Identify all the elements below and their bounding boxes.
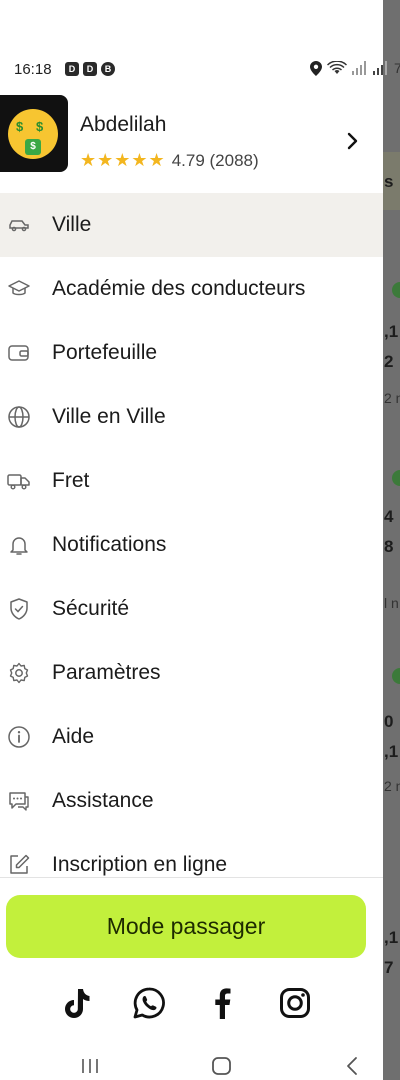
menu-item-parametres[interactable]: Paramètres <box>0 641 383 705</box>
menu-item-aide[interactable]: Aide <box>0 705 383 769</box>
instagram-icon[interactable] <box>277 985 313 1021</box>
background-status-dot <box>392 668 400 684</box>
menu-item-portefeuille[interactable]: Portefeuille <box>0 321 383 385</box>
background-text: 8 <box>384 537 394 556</box>
wallet-icon <box>8 345 29 361</box>
graduation-cap-icon <box>8 280 30 296</box>
menu-item-label: Paramètres <box>52 661 161 684</box>
social-links <box>0 985 383 1025</box>
menu-item-label: Fret <box>52 469 90 492</box>
chat-icon <box>9 792 29 811</box>
menu-item-label: Notifications <box>52 533 167 556</box>
menu-item-inscription[interactable]: Inscription en ligne <box>0 833 383 897</box>
background-status-dot <box>392 470 400 486</box>
menu-item-label: Sécurité <box>52 597 130 620</box>
avatar: $ $ $ <box>0 95 68 172</box>
recent-apps-icon[interactable] <box>80 1057 100 1075</box>
background-text: s <box>384 172 394 191</box>
notification-app-icon: D <box>65 62 79 76</box>
system-navigation-bar <box>0 1050 383 1080</box>
menu-item-notifications[interactable]: Notifications <box>0 513 383 577</box>
facebook-icon[interactable] <box>204 985 240 1021</box>
menu-item-assistance[interactable]: Assistance <box>0 769 383 833</box>
menu-item-label: Portefeuille <box>52 341 158 364</box>
background-text: 2 <box>384 352 394 371</box>
menu-item-ville[interactable]: Ville <box>0 193 383 257</box>
background-text: ,1 <box>384 742 399 761</box>
status-system-icons: 7 <box>310 60 400 76</box>
bell-icon <box>10 537 28 555</box>
background-text: l n <box>384 595 399 611</box>
menu-item-label: Académie des conducteurs <box>52 277 306 300</box>
star-icons: ★★★★★ <box>80 150 166 170</box>
chevron-right-icon <box>347 132 358 150</box>
rating-value: 4.79 (2088) <box>171 150 259 170</box>
menu-item-label: Ville <box>52 213 92 236</box>
wifi-icon <box>327 60 347 74</box>
money-mouth-face-icon: $ $ $ <box>8 108 58 159</box>
background-status-dot <box>392 282 400 298</box>
back-icon[interactable] <box>345 1056 359 1076</box>
background-text: 2 n <box>384 390 400 406</box>
menu-item-label: Inscription en ligne <box>52 853 228 876</box>
home-icon[interactable] <box>211 1056 233 1076</box>
background-text: 0 <box>384 712 394 731</box>
edit-icon <box>10 854 30 874</box>
menu-item-ville-en-ville[interactable]: Ville en Ville <box>0 385 383 449</box>
divider <box>0 877 383 878</box>
menu-item-label: Ville en Ville <box>52 405 166 428</box>
truck-icon <box>7 474 30 490</box>
passenger-mode-button[interactable]: Mode passager <box>6 895 366 958</box>
background-text: 2 n <box>384 778 400 794</box>
signal-icon <box>373 61 387 75</box>
menu-item-academie[interactable]: Académie des conducteurs <box>0 257 383 321</box>
background-app: s ,1 2 2 n 4 8 l n 0 ,1 2 n ,1 7 <box>383 0 400 1080</box>
status-time: 16:18 <box>14 61 52 78</box>
tiktok-icon[interactable] <box>58 985 94 1021</box>
background-text: 4 <box>384 507 394 526</box>
whatsapp-icon[interactable] <box>131 985 167 1021</box>
signal-icon <box>352 61 366 75</box>
car-icon <box>9 220 29 232</box>
globe-icon <box>8 406 30 428</box>
profile-header[interactable]: $ $ $ Abdelilah ★★★★★ 4.79 (2088) <box>0 95 383 190</box>
background-text: ,1 <box>384 322 399 341</box>
menu-item-fret[interactable]: Fret <box>0 449 383 513</box>
status-bar: 16:18 D D B 7 <box>0 0 400 80</box>
info-icon <box>8 726 30 748</box>
background-text: 7 <box>384 958 394 977</box>
profile-name: Abdelilah <box>80 113 167 136</box>
status-notification-icons: D D B <box>65 62 115 76</box>
gear-icon <box>9 662 29 684</box>
menu-item-label: Assistance <box>52 789 154 812</box>
notification-app-icon: D <box>83 62 97 76</box>
drawer-menu: Ville Académie des conducteurs Portefeui… <box>0 193 383 897</box>
navigation-drawer: $ $ $ Abdelilah ★★★★★ 4.79 (2088) Ville … <box>0 80 383 1080</box>
background-text: ,1 <box>384 928 399 947</box>
notification-app-icon: B <box>101 62 115 76</box>
battery-level: 7 <box>394 60 400 76</box>
rating-row: ★★★★★ 4.79 (2088) <box>80 150 259 171</box>
shield-check-icon <box>10 598 28 620</box>
menu-item-label: Aide <box>52 725 95 748</box>
menu-item-securite[interactable]: Sécurité <box>0 577 383 641</box>
location-icon <box>310 60 322 76</box>
